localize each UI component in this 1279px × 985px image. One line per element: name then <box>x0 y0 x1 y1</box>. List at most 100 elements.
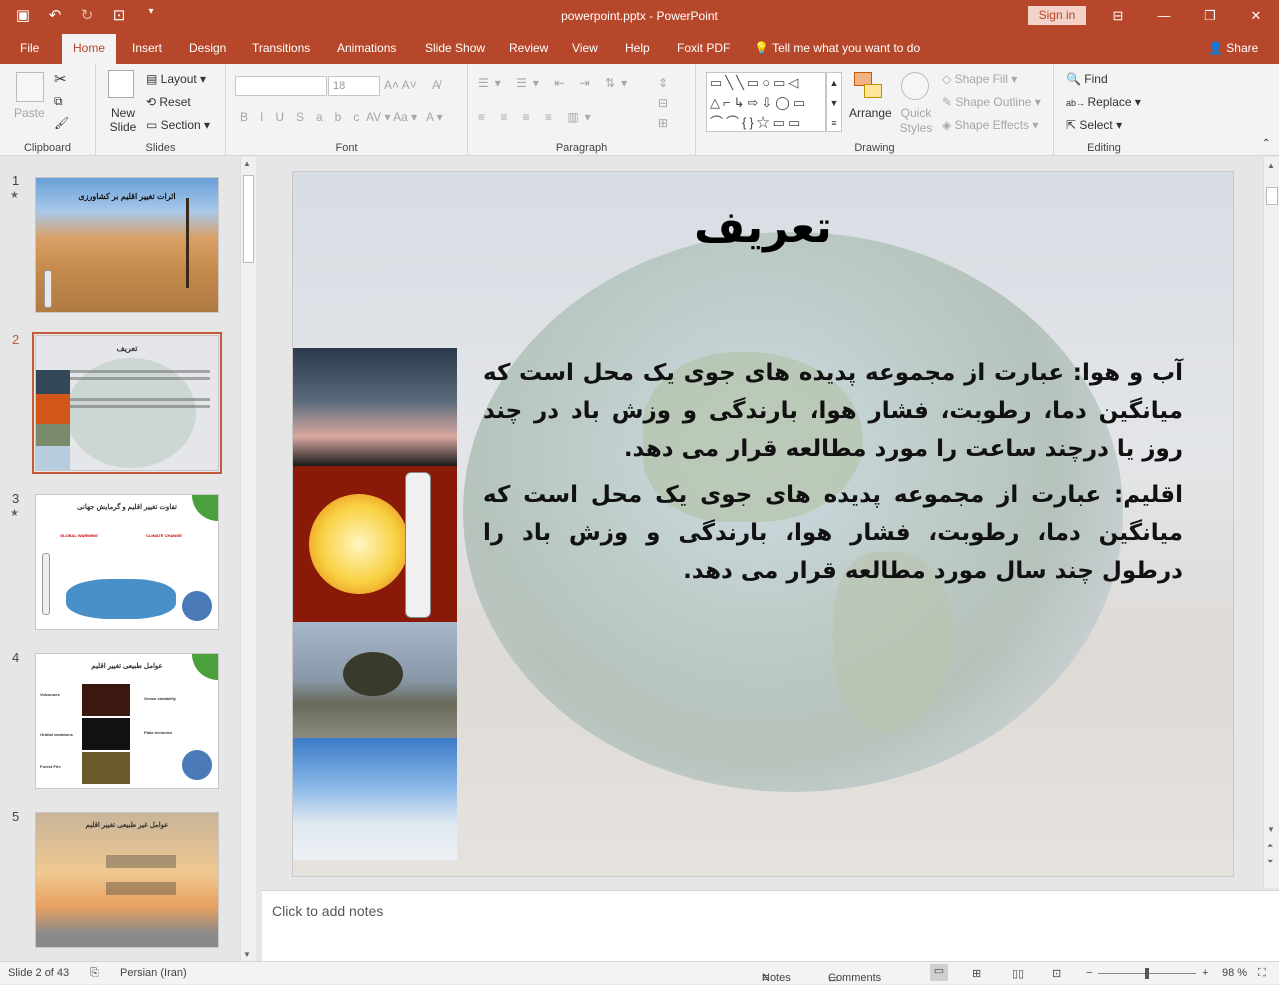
tab-insert[interactable]: Insert <box>132 41 162 55</box>
align-buttons[interactable]: ≡ ≡ ≡ ≡ ▥▾ <box>478 110 597 124</box>
slide-thumbnail-4[interactable]: عوامل طبیعی تغییر اقلیم Volcanoes Ocean … <box>32 650 222 792</box>
slide-title[interactable]: تعریف <box>293 202 1233 253</box>
scroll-down-icon[interactable]: ▼ <box>1267 825 1275 834</box>
tab-foxit-pdf[interactable]: Foxit PDF <box>677 41 730 55</box>
char-spacing-icon[interactable]: AV ▾ Aa ▾ <box>366 110 417 124</box>
shape-effects-button[interactable]: ◈ Shape Effects ▾ <box>942 118 1038 132</box>
ribbon-display-icon[interactable]: ⊟ <box>1095 0 1141 32</box>
search-icon: 🔍 <box>1066 72 1085 86</box>
text-direction-icon[interactable]: ⇕ <box>658 76 668 90</box>
shape-fill-button[interactable]: ◇ Shape Fill ▾ <box>942 72 1017 86</box>
windy-tree-image[interactable] <box>293 622 457 738</box>
scroll-up-icon[interactable]: ▲ <box>1267 161 1275 170</box>
slide-show-icon[interactable]: ⊡ <box>1052 967 1061 980</box>
zoom-slider-thumb[interactable] <box>1145 968 1149 979</box>
thumbnail-scrollbar[interactable]: ▲ ▼ <box>240 157 256 961</box>
normal-view-icon[interactable]: ▭ <box>930 964 948 981</box>
previous-slide-icon[interactable]: ⏶ <box>1267 841 1273 851</box>
list-buttons[interactable]: ☰▾ ☰▾ ⇤ ⇥ ⇅▾ <box>478 76 633 90</box>
arrange-icon[interactable] <box>854 72 884 102</box>
font-color-icon[interactable]: A ▾ <box>426 110 443 124</box>
fit-to-window-icon[interactable]: ⛶ <box>1258 967 1266 980</box>
tab-slide-show[interactable]: Slide Show <box>425 41 485 55</box>
find-button[interactable]: 🔍 Find <box>1066 72 1108 86</box>
spelling-icon[interactable]: ⎘ <box>90 967 99 980</box>
zoom-out-icon[interactable]: − <box>1086 967 1092 979</box>
zoom-level[interactable]: 98 % <box>1222 967 1247 979</box>
thumb-sub: GLOBAL WARMING <box>60 533 98 538</box>
tab-help[interactable]: Help <box>625 41 650 55</box>
quick-styles-button[interactable]: Quick Styles <box>896 106 936 136</box>
transition-star-icon: ★ <box>10 508 19 519</box>
replace-button[interactable]: ab→ Replace ▾ <box>1066 95 1141 109</box>
replace-label: Replace <box>1087 95 1132 109</box>
collapse-ribbon-icon[interactable]: ⌃ <box>1262 138 1270 149</box>
thumb-item: Forest Fire <box>40 764 61 769</box>
smartart-icon[interactable]: ⊞ <box>658 116 668 130</box>
slide-thumbnail-5[interactable]: عوامل غیر طبیعی تغییر اقلیم <box>32 809 222 951</box>
notes-pane[interactable]: Click to add notes <box>262 890 1279 961</box>
quick-styles-icon[interactable] <box>901 72 929 100</box>
sun-thermometer-image[interactable] <box>293 466 457 622</box>
tornado-image[interactable] <box>293 348 457 466</box>
paste-icon[interactable] <box>16 72 44 102</box>
font-name-combo[interactable] <box>235 76 327 96</box>
shapes-more-icon[interactable]: ▲ ▼ ≡ <box>826 72 842 132</box>
tab-review[interactable]: Review <box>509 41 548 55</box>
tab-animations[interactable]: Animations <box>337 41 396 55</box>
scroll-thumb[interactable] <box>1266 187 1278 205</box>
restore-icon[interactable]: ❐ <box>1187 0 1233 32</box>
slide-thumbnail-1[interactable]: اثرات تغییر اقلیم بر کشاورزی <box>32 174 222 316</box>
tell-me-search[interactable]: 💡 Tell me what you want to do <box>754 41 920 55</box>
volcano-image <box>82 684 130 716</box>
tab-transitions[interactable]: Transitions <box>252 41 310 55</box>
new-slide-icon[interactable] <box>108 70 134 98</box>
notes-placeholder[interactable]: Click to add notes <box>272 903 383 919</box>
slide-thumbnail-3[interactable]: تفاوت تغییر اقلیم و گرمایش جهانی GLOBAL … <box>32 491 222 633</box>
snowy-forest-image[interactable] <box>293 738 457 860</box>
select-button[interactable]: ⇱ Select ▾ <box>1066 118 1122 132</box>
slide-thumbnails-pane[interactable]: 1 ★ اثرات تغییر اقلیم بر کشاورزی 2 تعریف… <box>0 157 258 961</box>
current-slide[interactable]: تعریف آب و هوا: عبارت از مجموعه پدیده ها… <box>292 171 1234 877</box>
arrange-button[interactable]: Arrange <box>849 106 892 120</box>
tab-view[interactable]: View <box>572 41 598 55</box>
sign-in-button[interactable]: Sign in <box>1028 6 1086 25</box>
language-indicator[interactable]: Persian (Iran) <box>120 967 187 979</box>
zoom-in-icon[interactable]: + <box>1202 967 1208 979</box>
slide-editor[interactable]: تعریف آب و هوا: عبارت از مجموعه پدیده ها… <box>262 157 1279 888</box>
next-slide-icon[interactable]: ⏷ <box>1267 857 1273 867</box>
layout-button[interactable]: ▤ Layout ▾ <box>146 72 206 86</box>
format-painter-icon[interactable]: 🖌 <box>54 116 69 130</box>
thumb-3-image: تفاوت تغییر اقلیم و گرمایش جهانی GLOBAL … <box>35 494 219 630</box>
new-slide-button[interactable]: New Slide <box>108 106 138 134</box>
tab-file[interactable]: File <box>20 41 39 55</box>
slide-scrollbar[interactable]: ▲ ▼ ⏶ ⏷ <box>1263 157 1279 888</box>
reset-button[interactable]: ⟲ Reset <box>146 95 191 109</box>
scroll-down-icon[interactable]: ▼ <box>243 950 251 959</box>
share-button[interactable]: 👤 Share <box>1208 41 1258 55</box>
thumb-number: 3 <box>12 491 20 506</box>
scroll-thumb[interactable] <box>243 175 254 263</box>
slide-sorter-icon[interactable]: ⊞ <box>972 967 981 980</box>
cut-icon[interactable]: ✂ <box>54 70 67 88</box>
font-style-buttons[interactable]: BIUSabc <box>240 110 371 124</box>
minimize-icon[interactable]: — <box>1141 0 1187 32</box>
scroll-up-icon[interactable]: ▲ <box>243 159 251 168</box>
close-icon[interactable]: ✕ <box>1233 0 1279 32</box>
shapes-gallery[interactable]: ▭╲╲▭○▭◁ △⌐↳⇨⇩◯▭ ⌒⌒{}☆▭▭ <box>706 72 826 132</box>
tab-home[interactable]: Home <box>62 34 117 64</box>
font-grow-icon[interactable]: A˄ A˅ <box>384 78 417 92</box>
reading-view-icon[interactable]: ▯▯ <box>1012 967 1024 980</box>
clear-format-icon[interactable]: A̸ <box>432 78 440 92</box>
pen-icon: ✎ <box>942 95 956 109</box>
slide-thumbnail-2[interactable]: تعریف <box>32 332 222 474</box>
font-size-combo[interactable]: 18 <box>328 76 380 96</box>
cursor-icon: ⇱ <box>1066 118 1080 132</box>
tab-design[interactable]: Design <box>189 41 226 55</box>
shape-outline-button[interactable]: ✎ Shape Outline ▾ <box>942 95 1041 109</box>
paste-button[interactable]: Paste <box>14 106 45 120</box>
section-button[interactable]: ▭ Section ▾ <box>146 118 210 132</box>
align-text-icon[interactable]: ⊟ <box>658 96 668 110</box>
slide-body[interactable]: آب و هوا: عبارت از مجموعه پدیده های جوی … <box>483 354 1183 598</box>
copy-icon[interactable]: ⧉ <box>54 94 63 109</box>
